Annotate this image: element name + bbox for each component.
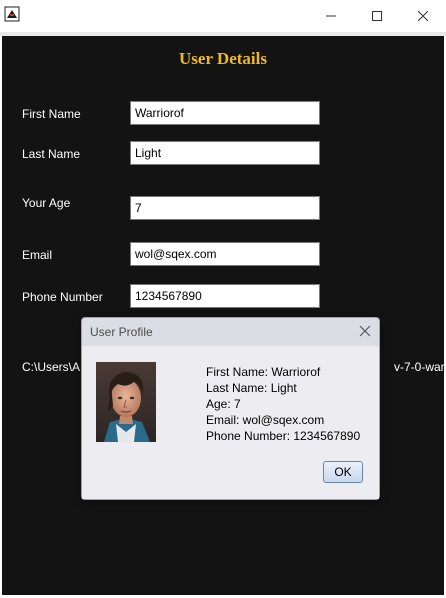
close-button[interactable]	[400, 0, 446, 32]
last-name-label: Last Name	[22, 147, 81, 161]
profile-email: Email: wol@sqex.com	[206, 413, 325, 427]
age-label: Your Age	[22, 196, 71, 210]
dialog-close-button[interactable]	[357, 323, 373, 339]
user-details-panel: User Details First Name Last Name Your A…	[2, 36, 446, 595]
last-name-field[interactable]	[130, 141, 320, 165]
window-titlebar	[0, 0, 446, 32]
profile-first-name: First Name: Warriorof	[206, 365, 321, 379]
profile-phone: Phone Number: 1234567890	[206, 429, 361, 443]
first-name-field[interactable]	[130, 101, 320, 125]
phone-label: Phone Number	[22, 290, 103, 304]
first-name-label: First Name	[22, 107, 81, 121]
dialog-title: User Profile	[90, 325, 153, 339]
page-title: User Details	[179, 49, 267, 68]
minimize-icon	[326, 15, 336, 17]
profile-info: First Name: Warriorof Last Name: Light A…	[206, 364, 360, 444]
age-field[interactable]	[130, 196, 320, 220]
email-label: Email	[22, 248, 53, 262]
email-field[interactable]	[130, 242, 320, 266]
profile-photo	[96, 362, 156, 442]
maximize-button[interactable]	[354, 0, 400, 32]
profile-last-name: Last Name: Light	[206, 381, 297, 395]
image-path-text: C:\Users\A	[22, 360, 81, 374]
close-icon	[359, 325, 371, 337]
maximize-icon	[372, 11, 382, 21]
minimize-button[interactable]	[308, 0, 354, 32]
profile-age: Age: 7	[206, 397, 241, 411]
phone-field[interactable]	[130, 284, 320, 308]
image-path-text-tail: v-7-0-warrio	[394, 360, 446, 374]
close-icon	[418, 11, 428, 21]
java-app-icon	[4, 6, 20, 22]
user-profile-dialog: User Profile First Name: Warriorof Last …	[81, 317, 380, 500]
dialog-body: First Name: Warriorof Last Name: Light A…	[82, 346, 379, 499]
ok-button[interactable]: OK	[323, 461, 363, 483]
